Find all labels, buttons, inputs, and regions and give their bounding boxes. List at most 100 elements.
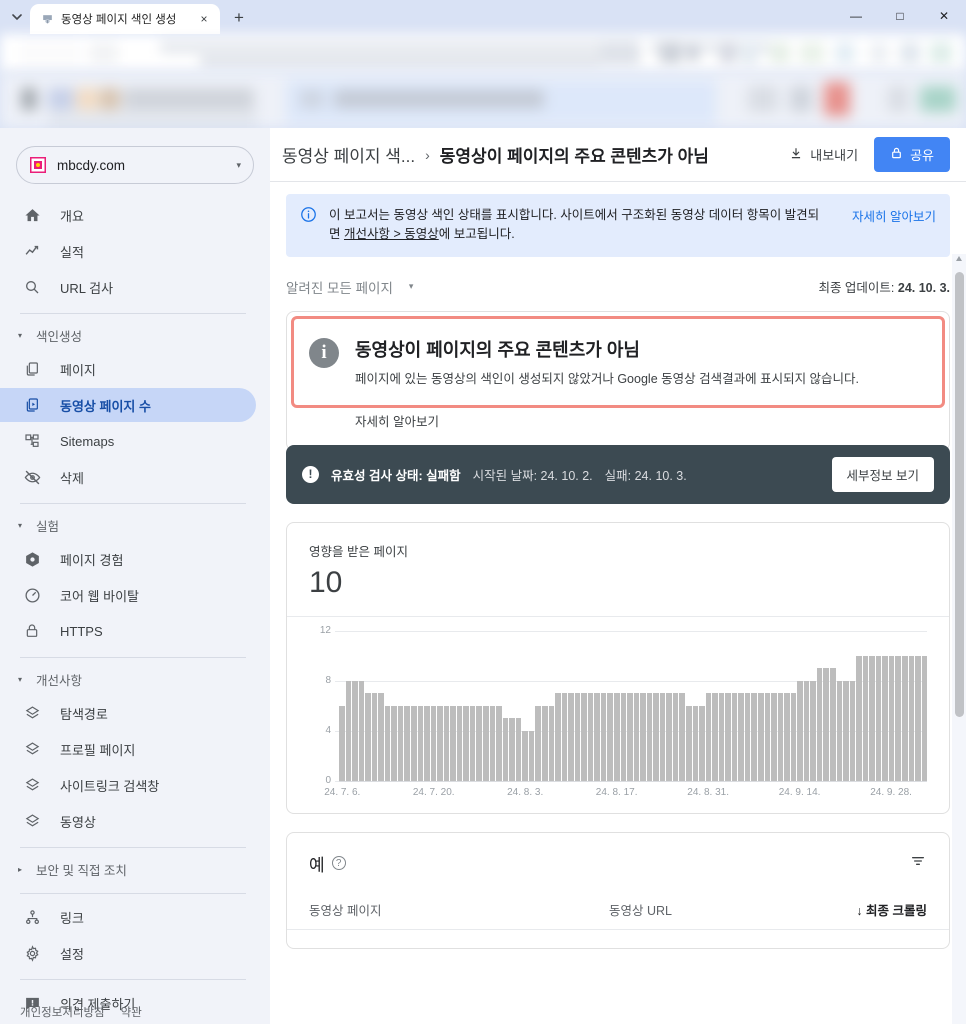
chart-bar[interactable]	[476, 705, 483, 781]
chart-bar[interactable]	[600, 693, 607, 781]
browser-tab[interactable]: 동영상 페이지 색인 생성 ×	[30, 4, 220, 34]
chart-bar[interactable]	[594, 693, 600, 781]
chart-bar[interactable]	[771, 693, 777, 781]
sidebar-item-sitemaps[interactable]: Sitemaps	[0, 424, 256, 458]
privacy-link[interactable]: 개인정보처리방침	[20, 1004, 105, 1020]
chart-bar[interactable]	[430, 705, 437, 781]
chart-bar[interactable]	[797, 680, 803, 781]
chart-bar[interactable]	[496, 705, 502, 781]
sidebar-item-url-inspection[interactable]: URL 검사	[0, 270, 256, 304]
chart-bar[interactable]	[627, 693, 633, 781]
chart-bar[interactable]	[784, 693, 790, 781]
chart-bar[interactable]	[411, 705, 417, 781]
chart-bar[interactable]	[875, 655, 882, 781]
chart-bar[interactable]	[803, 680, 810, 781]
chart-bar[interactable]	[731, 693, 738, 781]
breadcrumb-parent[interactable]: 동영상 페이지 색...	[282, 142, 415, 167]
chart-bar[interactable]	[613, 693, 620, 781]
sidebar-item-breadcrumbs[interactable]: 탐색경로	[0, 696, 256, 730]
close-window-icon[interactable]: ✕	[922, 0, 966, 32]
chart-bar[interactable]	[456, 705, 463, 781]
sidebar-item-https[interactable]: HTTPS	[0, 614, 256, 648]
sidebar-group-security[interactable]: ▸ 보안 및 직접 조치	[0, 854, 270, 884]
chart-bar[interactable]	[666, 693, 672, 781]
chart-bar[interactable]	[352, 680, 358, 781]
chart-bar[interactable]	[424, 705, 430, 781]
chart-bar[interactable]	[555, 693, 561, 781]
learn-more-link[interactable]: 자세히 알아보기	[840, 206, 936, 225]
column-video-page[interactable]: 동영상 페이지	[309, 900, 609, 919]
chart-bar[interactable]	[712, 693, 718, 781]
chart-bar[interactable]	[528, 730, 535, 781]
column-video-url[interactable]: 동영상 URL	[609, 900, 856, 919]
chart-bar[interactable]	[915, 655, 921, 781]
enhancements-video-link[interactable]: 개선사항 > 동영상	[344, 227, 439, 241]
chart-bar[interactable]	[515, 718, 522, 781]
new-tab-button[interactable]: +	[225, 4, 253, 32]
sidebar-item-video-pages[interactable]: 동영상 페이지 수	[0, 388, 256, 422]
minimize-icon[interactable]: —	[834, 0, 878, 32]
chart-bar[interactable]	[856, 655, 862, 781]
sidebar-item-profile-page[interactable]: 프로필 페이지	[0, 732, 256, 766]
terms-link[interactable]: 약관	[121, 1004, 142, 1020]
vertical-scrollbar[interactable]	[952, 254, 966, 1024]
chart-bar[interactable]	[489, 705, 496, 781]
chart-bar[interactable]	[849, 680, 856, 781]
chart-bar[interactable]	[823, 668, 830, 781]
sidebar-item-links[interactable]: 링크	[0, 900, 256, 934]
sidebar-group-indexing[interactable]: ▾ 색인생성	[0, 320, 270, 350]
chart-bar[interactable]	[371, 693, 378, 781]
chart-bar[interactable]	[469, 705, 476, 781]
chart-bar[interactable]	[888, 655, 895, 781]
chart-bar[interactable]	[869, 655, 875, 781]
table-row[interactable]	[287, 930, 949, 948]
share-button[interactable]: 공유	[874, 137, 950, 172]
sidebar-item-removals[interactable]: 삭제	[0, 460, 256, 494]
chart-bar[interactable]	[692, 705, 699, 781]
chart-bar[interactable]	[378, 693, 384, 781]
chart-bar[interactable]	[862, 655, 869, 781]
chart-bar[interactable]	[699, 705, 705, 781]
chart-bar[interactable]	[450, 705, 456, 781]
chart-bar[interactable]	[607, 693, 613, 781]
chart-bar[interactable]	[646, 693, 653, 781]
chart-bar[interactable]	[587, 693, 594, 781]
chart-bar[interactable]	[463, 705, 469, 781]
chart-bar[interactable]	[443, 705, 450, 781]
chart-bar[interactable]	[522, 730, 528, 781]
chart-bar[interactable]	[685, 705, 692, 781]
chart-bar[interactable]	[620, 693, 627, 781]
chart-bar[interactable]	[574, 693, 581, 781]
sidebar-item-overview[interactable]: 개요	[0, 198, 256, 232]
chart-bar[interactable]	[777, 693, 784, 781]
chart-bar[interactable]	[790, 693, 797, 781]
sidebar-item-page-experience[interactable]: 페이지 경험	[0, 542, 256, 576]
export-button[interactable]: 내보내기	[779, 139, 868, 170]
chart-bar[interactable]	[640, 693, 646, 781]
chart-bar[interactable]	[437, 705, 443, 781]
chart-bar[interactable]	[816, 668, 823, 781]
sidebar-item-sitelinks-searchbox[interactable]: 사이트링크 검색창	[0, 768, 256, 802]
chart-bar[interactable]	[502, 718, 509, 781]
issue-learn-more-link[interactable]: 자세히 알아보기	[287, 403, 949, 450]
tab-search-icon[interactable]	[4, 3, 30, 31]
chart-bar[interactable]	[718, 693, 725, 781]
chart-bar[interactable]	[339, 705, 345, 781]
chart-bar[interactable]	[751, 693, 757, 781]
sidebar-group-enhancements[interactable]: ▾ 개선사항	[0, 664, 270, 694]
chart-bar[interactable]	[672, 693, 679, 781]
chart-bar[interactable]	[509, 718, 515, 781]
chart-bar[interactable]	[843, 680, 849, 781]
maximize-icon[interactable]: □	[878, 0, 922, 32]
property-selector[interactable]: mbcdy.com ▾	[16, 146, 254, 184]
chart-bar[interactable]	[653, 693, 659, 781]
sidebar-item-settings[interactable]: 설정	[0, 936, 256, 970]
chart-bar[interactable]	[404, 705, 411, 781]
chart-bar[interactable]	[417, 705, 424, 781]
view-details-button[interactable]: 세부정보 보기	[831, 456, 934, 492]
sidebar-item-performance[interactable]: 실적	[0, 234, 256, 268]
sidebar-item-videos[interactable]: 동영상	[0, 804, 256, 838]
chart-bar[interactable]	[902, 655, 908, 781]
sidebar-item-pages[interactable]: 페이지	[0, 352, 256, 386]
help-icon[interactable]: ?	[331, 856, 346, 871]
